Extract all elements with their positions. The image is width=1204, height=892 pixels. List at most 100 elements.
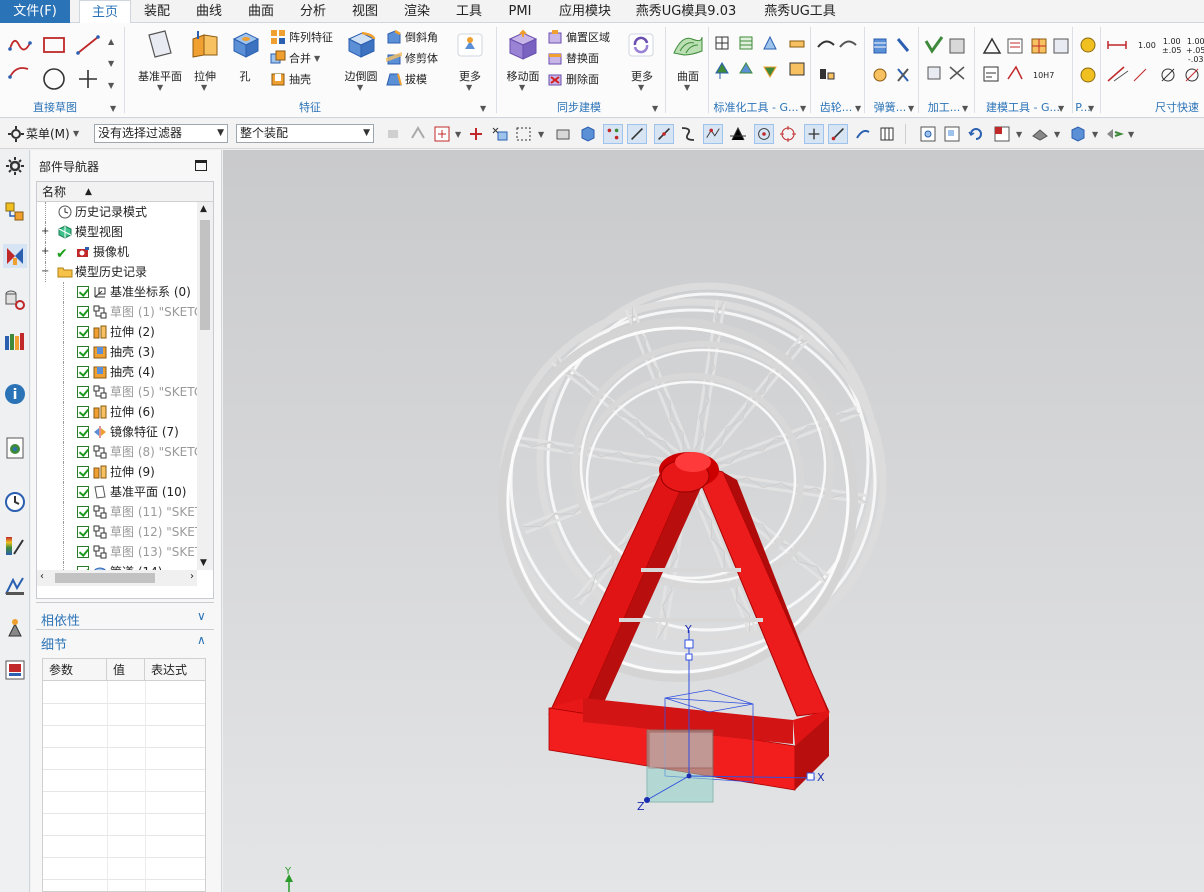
- tree-node[interactable]: 拉伸 (6): [37, 402, 197, 422]
- spring-tools-icons[interactable]: [868, 35, 916, 95]
- tolerance-label[interactable]: 10H7: [1033, 71, 1054, 80]
- unite-dropdown[interactable]: ▼: [314, 54, 320, 63]
- tree-node[interactable]: 镜像特征 (7): [37, 422, 197, 442]
- tree-node[interactable]: 拉伸 (2): [37, 322, 197, 342]
- tab-pmi[interactable]: PMI: [499, 0, 541, 23]
- snap-control-point-icon[interactable]: [703, 124, 723, 144]
- tree-node[interactable]: + ✔ 摄像机: [37, 242, 197, 262]
- menu-dropdown[interactable]: ▼: [73, 129, 79, 138]
- p-tools-icons[interactable]: [1076, 35, 1100, 95]
- shaded-view-caret[interactable]: ▼: [1092, 130, 1098, 139]
- snap-intersection-icon[interactable]: [728, 124, 748, 144]
- tree-node[interactable]: 抽壳 (3): [37, 342, 197, 362]
- standardization-tools-icons[interactable]: [712, 33, 808, 97]
- std-group-menu[interactable]: ▼: [800, 104, 806, 113]
- feature-group-menu[interactable]: ▼: [480, 104, 486, 113]
- tab-surface[interactable]: 曲面: [239, 0, 283, 23]
- select-dropdown-icon[interactable]: [432, 124, 452, 144]
- gear-tools-icons[interactable]: [814, 35, 862, 95]
- extrude-dropdown[interactable]: ▼: [201, 83, 207, 92]
- hole-icon[interactable]: [230, 29, 260, 59]
- hole-button[interactable]: 孔: [230, 68, 260, 84]
- lasso-select-caret[interactable]: ▼: [538, 130, 544, 139]
- snap-grid-icon[interactable]: [877, 124, 897, 144]
- snap-icon[interactable]: [408, 124, 428, 144]
- tree-node[interactable]: 基准平面 (10): [37, 482, 197, 502]
- feature-more-dropdown[interactable]: ▼: [466, 83, 472, 92]
- shaded-view-icon[interactable]: [1068, 124, 1088, 144]
- snap-bounded-icon[interactable]: [853, 124, 873, 144]
- tree-node[interactable]: 基准坐标系 (0): [37, 282, 197, 302]
- modeling-tools-icons[interactable]: [980, 35, 1074, 97]
- surface-button[interactable]: 曲面: [670, 68, 706, 84]
- p-group-menu[interactable]: ▼: [1088, 104, 1094, 113]
- dependency-panel-header[interactable]: 相依性: [41, 610, 80, 629]
- settings-gear-icon[interactable]: [3, 154, 27, 178]
- tree-node[interactable]: − 模型历史记录: [37, 262, 197, 282]
- tab-analysis[interactable]: 分析: [291, 0, 335, 23]
- collapse-icon[interactable]: −: [41, 267, 49, 277]
- feature-checkbox[interactable]: [77, 326, 89, 338]
- feature-checkbox[interactable]: [77, 346, 89, 358]
- sketch-gallery-up[interactable]: ▲: [108, 37, 114, 46]
- move-face-button[interactable]: 移动面: [502, 68, 544, 84]
- assembly-navigator-icon[interactable]: [3, 200, 27, 224]
- snap-center-icon[interactable]: [754, 124, 774, 144]
- sync-more-icon[interactable]: [626, 31, 656, 59]
- surface-dropdown[interactable]: ▼: [684, 83, 690, 92]
- tree-node[interactable]: 草图 (12) "SKET: [37, 522, 197, 542]
- unite-button[interactable]: 合并 ▼: [270, 48, 320, 68]
- expand-icon[interactable]: +: [41, 247, 49, 257]
- sync-group-menu[interactable]: ▼: [652, 104, 658, 113]
- details-collapse-icon[interactable]: ∧: [197, 633, 206, 647]
- manufacturing-wizard-icon[interactable]: [3, 616, 27, 640]
- body-select-icon[interactable]: [554, 124, 574, 144]
- dim-value-2[interactable]: 1.00 ±.05: [1162, 37, 1181, 55]
- orient-view-caret[interactable]: ▼: [1016, 130, 1022, 139]
- edge-blend-dropdown[interactable]: ▼: [357, 83, 363, 92]
- feature-checkbox[interactable]: [77, 286, 89, 298]
- tree-node[interactable]: 拉伸 (9): [37, 462, 197, 482]
- snap-point-on-surface-icon[interactable]: [828, 124, 848, 144]
- sketch-gallery-more[interactable]: ▼: [108, 81, 114, 90]
- spring-group-menu[interactable]: ▼: [908, 104, 914, 113]
- feature-checkbox[interactable]: [77, 386, 89, 398]
- dependency-expand-icon[interactable]: ∨: [197, 609, 206, 623]
- feature-checkbox[interactable]: [77, 366, 89, 378]
- assembly-select-icon[interactable]: [384, 124, 404, 144]
- tab-view[interactable]: 视图: [343, 0, 387, 23]
- machining-tools-icons[interactable]: [922, 35, 972, 95]
- snap-point-on-curve-icon[interactable]: [804, 124, 824, 144]
- sketch-group-menu[interactable]: ▼: [110, 104, 116, 113]
- shell-button[interactable]: 抽壳: [270, 69, 311, 89]
- feature-more-button[interactable]: 更多: [452, 68, 488, 84]
- tree-node[interactable]: 草图 (1) "SKETC: [37, 302, 197, 322]
- part-navigator-icon[interactable]: [3, 244, 27, 268]
- feature-checkbox[interactable]: [77, 426, 89, 438]
- selection-filter-select[interactable]: 没有选择过滤器 ▼: [94, 124, 228, 143]
- solid-select-icon[interactable]: [578, 124, 598, 144]
- feature-checkbox[interactable]: [77, 486, 89, 498]
- graphics-window[interactable]: Y X Z Y: [223, 150, 1204, 892]
- render-style-icon[interactable]: [1030, 124, 1050, 144]
- tree-node[interactable]: 草图 (5) "SKETC: [37, 382, 197, 402]
- tree-node[interactable]: 抽壳 (4): [37, 362, 197, 382]
- tab-file[interactable]: 文件(F): [0, 0, 70, 23]
- sync-more-button[interactable]: 更多: [624, 68, 660, 84]
- tab-yanxiu-mold[interactable]: 燕秀UG模具9.03: [628, 0, 744, 23]
- system-materials-icon[interactable]: [3, 534, 27, 558]
- tab-yanxiu-tools[interactable]: 燕秀UG工具: [752, 0, 848, 23]
- tab-render[interactable]: 渲染: [395, 0, 439, 23]
- move-face-dropdown[interactable]: ▼: [519, 83, 525, 92]
- tree-vertical-scrollbar[interactable]: ▲ ▼: [197, 202, 213, 570]
- visibility-icon[interactable]: [1104, 124, 1124, 144]
- tree-node[interactable]: 草图 (13) "SKET: [37, 542, 197, 562]
- select-dropdown-caret[interactable]: ▼: [455, 130, 461, 139]
- extrude-icon[interactable]: [190, 29, 220, 59]
- delete-face-button[interactable]: 删除面: [547, 69, 599, 89]
- tab-assembly[interactable]: 装配: [135, 0, 179, 23]
- snap-midpoint-icon[interactable]: [654, 124, 674, 144]
- visibility-caret[interactable]: ▼: [1128, 130, 1134, 139]
- zoom-view-icon[interactable]: [942, 124, 962, 144]
- feature-checkbox[interactable]: [77, 306, 89, 318]
